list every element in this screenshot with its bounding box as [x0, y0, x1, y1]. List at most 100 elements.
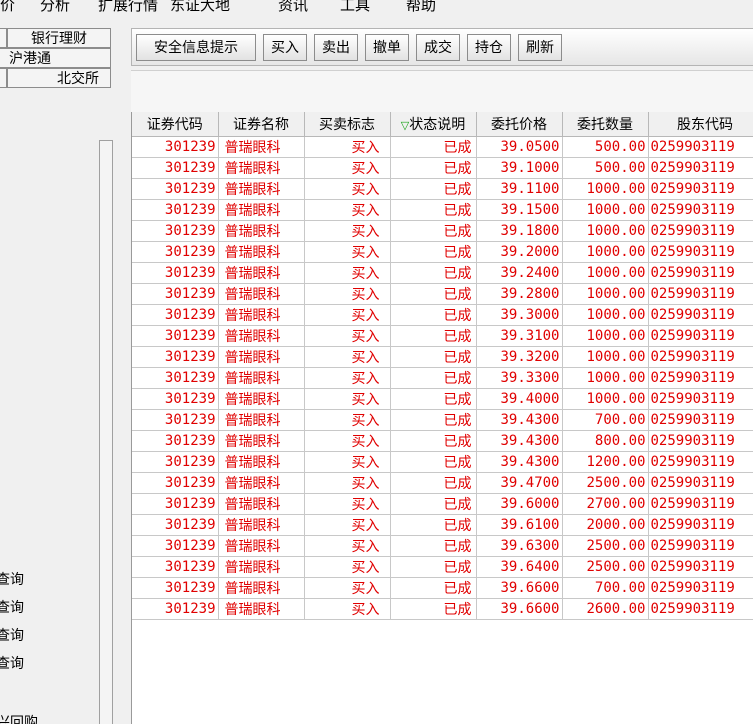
table-row[interactable]: 301239 普瑞眼科 买入 已成 39.6000 2700.00 0259903119: [132, 493, 753, 515]
table-row[interactable]: 301239 普瑞眼科 买入 已成 39.1100 1000.00 0259903119: [132, 178, 753, 200]
table-row[interactable]: 301239 普瑞眼科 买入 已成 39.4700 2500.00 0259903119: [132, 472, 753, 494]
menu-item-news[interactable]: 资讯: [278, 0, 308, 15]
cell-price: 39.6300: [476, 535, 563, 557]
table-row[interactable]: 301239 普瑞眼科 买入 已成 39.2000 1000.00 0259903119: [132, 241, 753, 263]
menu-item-extended[interactable]: 扩展行情: [98, 0, 158, 15]
table-row[interactable]: 301239 普瑞眼科 买入 已成 39.6600 700.00 0259903119: [132, 577, 753, 599]
table-row[interactable]: 301239 普瑞眼科 买入 已成 39.3200 1000.00 0259903119: [132, 346, 753, 368]
menu-item-price[interactable]: 价: [0, 0, 15, 15]
col-header-status[interactable]: ▽状态说明: [390, 112, 477, 137]
cell-qty: 2500.00: [562, 472, 649, 494]
cell-code: 301239: [132, 241, 219, 263]
cell-qty: 1000.00: [562, 283, 649, 305]
col-header-price[interactable]: 委托价格: [476, 112, 563, 137]
col-header-code[interactable]: 证券代码: [132, 112, 219, 137]
cell-code: 301239: [132, 262, 219, 284]
cell-holder: 0259903119: [648, 430, 753, 452]
cell-status: 已成: [390, 430, 477, 452]
cell-name: 普瑞眼科: [218, 388, 305, 410]
cell-status: 已成: [390, 325, 477, 347]
cell-holder: 0259903119: [648, 577, 753, 599]
cell-qty: 1000.00: [562, 388, 649, 410]
table-row[interactable]: 301239 普瑞眼科 买入 已成 39.1500 1000.00 0259903119: [132, 199, 753, 221]
menu-bar: 价 分析 扩展行情 东证大地 资讯 工具 帮助: [0, 0, 753, 22]
col-header-qty[interactable]: 委托数量: [562, 112, 649, 137]
cell-name: 普瑞眼科: [218, 241, 305, 263]
left-tab-blank: [0, 68, 7, 88]
table-row[interactable]: 301239 普瑞眼科 买入 已成 39.4300 700.00 0259903119: [132, 409, 753, 431]
left-tab-bank-wealth[interactable]: 银行理财: [7, 28, 111, 48]
cell-status: 已成: [390, 241, 477, 263]
col-header-side[interactable]: 买卖标志: [304, 112, 391, 137]
cell-code: 301239: [132, 556, 219, 578]
positions-button[interactable]: 持仓: [467, 34, 511, 61]
cell-side: 买入: [304, 178, 391, 200]
cell-price: 39.1500: [476, 199, 563, 221]
cell-status: 已成: [390, 346, 477, 368]
left-tab-hk-connect[interactable]: 沪港通: [0, 48, 111, 68]
menu-item-tools[interactable]: 工具: [340, 0, 370, 15]
menu-item-help[interactable]: 帮助: [406, 0, 436, 15]
buy-button[interactable]: 买入: [263, 34, 307, 61]
table-row[interactable]: 301239 普瑞眼科 买入 已成 39.3300 1000.00 0259903119: [132, 367, 753, 389]
table-row[interactable]: 301239 普瑞眼科 买入 已成 39.4000 1000.00 0259903119: [132, 388, 753, 410]
cell-price: 39.3100: [476, 325, 563, 347]
cell-code: 301239: [132, 577, 219, 599]
cell-name: 普瑞眼科: [218, 262, 305, 284]
table-row[interactable]: 301239 普瑞眼科 买入 已成 39.6400 2500.00 0259903119: [132, 556, 753, 578]
deals-button[interactable]: 成交: [416, 34, 460, 61]
table-row[interactable]: 301239 普瑞眼科 买入 已成 39.6100 2000.00 0259903119: [132, 514, 753, 536]
table-row[interactable]: 301239 普瑞眼科 买入 已成 39.2800 1000.00 0259903119: [132, 283, 753, 305]
left-link-repo[interactable]: 兴回购: [0, 712, 38, 724]
cell-holder: 0259903119: [648, 157, 753, 179]
col-header-name[interactable]: 证券名称: [218, 112, 305, 137]
menu-item-analysis[interactable]: 分析: [40, 0, 70, 15]
table-row[interactable]: 301239 普瑞眼科 买入 已成 39.2400 1000.00 0259903119: [132, 262, 753, 284]
table-row[interactable]: 301239 普瑞眼科 买入 已成 39.6600 2600.00 0259903119: [132, 598, 753, 620]
cell-price: 39.6000: [476, 493, 563, 515]
cell-side: 买入: [304, 409, 391, 431]
refresh-button[interactable]: 刷新: [518, 34, 562, 61]
cell-name: 普瑞眼科: [218, 136, 305, 158]
left-panel-scrollbar[interactable]: [99, 140, 113, 724]
cell-qty: 2500.00: [562, 556, 649, 578]
cell-holder: 0259903119: [648, 346, 753, 368]
left-link-query-1[interactable]: 查询: [0, 569, 24, 589]
cell-holder: 0259903119: [648, 388, 753, 410]
left-link-query-4[interactable]: 查询: [0, 653, 24, 673]
cancel-order-button[interactable]: 撤单: [365, 34, 409, 61]
col-header-holder[interactable]: 股东代码: [648, 112, 753, 137]
left-link-query-2[interactable]: 查询: [0, 597, 24, 617]
cell-status: 已成: [390, 178, 477, 200]
cell-status: 已成: [390, 514, 477, 536]
table-row[interactable]: 301239 普瑞眼科 买入 已成 39.1000 500.00 0259903119: [132, 157, 753, 179]
cell-side: 买入: [304, 472, 391, 494]
cell-price: 39.2800: [476, 283, 563, 305]
cell-qty: 700.00: [562, 409, 649, 431]
cell-code: 301239: [132, 220, 219, 242]
cell-side: 买入: [304, 367, 391, 389]
table-row[interactable]: 301239 普瑞眼科 买入 已成 39.1800 1000.00 0259903119: [132, 220, 753, 242]
cell-code: 301239: [132, 430, 219, 452]
security-tip-button[interactable]: 安全信息提示: [136, 34, 256, 61]
cell-status: 已成: [390, 283, 477, 305]
table-row[interactable]: 301239 普瑞眼科 买入 已成 39.4300 1200.00 0259903119: [132, 451, 753, 473]
left-tab-bse[interactable]: 北交所: [7, 68, 111, 88]
table-header-row: 证券代码 证券名称 买卖标志 ▽状态说明 委托价格 委托数量 股东代码: [132, 112, 753, 137]
left-tab-collapsed[interactable]: [0, 28, 7, 48]
cell-price: 39.2000: [476, 241, 563, 263]
table-row[interactable]: 301239 普瑞眼科 买入 已成 39.3100 1000.00 0259903119: [132, 325, 753, 347]
cell-side: 买入: [304, 514, 391, 536]
cell-side: 买入: [304, 388, 391, 410]
cell-name: 普瑞眼科: [218, 598, 305, 620]
cell-side: 买入: [304, 157, 391, 179]
table-row[interactable]: 301239 普瑞眼科 买入 已成 39.3000 1000.00 0259903119: [132, 304, 753, 326]
left-link-query-3[interactable]: 查询: [0, 625, 24, 645]
cell-code: 301239: [132, 493, 219, 515]
menu-item-dongzheng[interactable]: 东证大地: [170, 0, 230, 15]
cell-code: 301239: [132, 136, 219, 158]
sell-button[interactable]: 卖出: [314, 34, 358, 61]
table-row[interactable]: 301239 普瑞眼科 买入 已成 39.4300 800.00 0259903119: [132, 430, 753, 452]
table-row[interactable]: 301239 普瑞眼科 买入 已成 39.6300 2500.00 0259903119: [132, 535, 753, 557]
table-row[interactable]: 301239 普瑞眼科 买入 已成 39.0500 500.00 0259903119: [132, 136, 753, 158]
